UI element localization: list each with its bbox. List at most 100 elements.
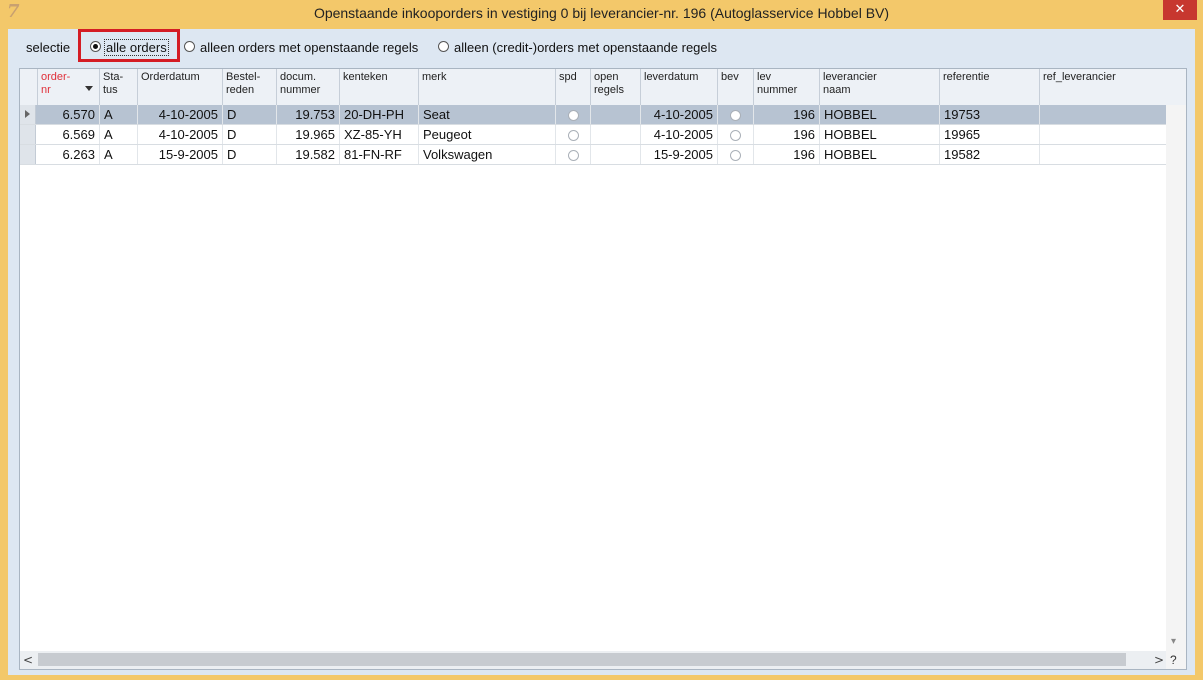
cell-spd[interactable]: [556, 105, 591, 124]
cell-order-nr: 6.263: [38, 145, 100, 164]
bev-radio-icon[interactable]: [730, 110, 741, 122]
cell-lev-nummer: 196: [754, 125, 820, 144]
spd-radio-icon[interactable]: [567, 110, 579, 122]
cell-bev[interactable]: [718, 105, 754, 124]
selection-bar: selectie alle orders alleen orders met o…: [8, 29, 1195, 63]
cell-ref-leverancier: [1040, 105, 1166, 124]
cell-merk: Peugeot: [419, 125, 556, 144]
cell-bestelreden: D: [223, 125, 277, 144]
col-docum-nummer[interactable]: docum. nummer: [277, 69, 340, 105]
col-orderdatum[interactable]: Orderdatum: [138, 69, 223, 105]
col-bestelreden[interactable]: Bestel-reden: [223, 69, 277, 105]
table-row[interactable]: 6.570 A 4-10-2005 D 19.753 20-DH-PH Seat…: [20, 105, 1166, 124]
cell-lev-nummer: 196: [754, 105, 820, 124]
radio-open-lines-label[interactable]: alleen orders met openstaande regels: [200, 40, 438, 55]
cell-open-regels: [591, 125, 641, 144]
cell-order-nr: 6.569: [38, 125, 100, 144]
cell-lev-naam: HOBBEL: [820, 125, 940, 144]
radio-credit-open-lines[interactable]: [438, 41, 449, 52]
col-order-nr[interactable]: order- nr: [38, 69, 100, 105]
scroll-right-icon[interactable]: >: [1154, 651, 1164, 669]
cell-docum: 19.965: [277, 125, 340, 144]
scroll-left-icon[interactable]: <: [23, 651, 33, 669]
col-referentie[interactable]: referentie: [940, 69, 1040, 105]
orders-grid[interactable]: order- nr Sta-tus Orderdatum Bestel-rede…: [19, 68, 1187, 670]
col-lev-nummer[interactable]: lev nummer: [754, 69, 820, 105]
table-row[interactable]: 6.569 A 4-10-2005 D 19.965 XZ-85-YH Peug…: [20, 125, 1166, 144]
bev-radio-icon[interactable]: [730, 150, 741, 162]
cell-spd[interactable]: [556, 125, 591, 144]
col-referentie-line1: referentie: [943, 71, 990, 83]
cell-kenteken: 20-DH-PH: [340, 105, 419, 124]
cell-leverdatum: 4-10-2005: [641, 105, 718, 124]
col-docum-line2: nummer: [280, 84, 321, 96]
col-leverdatum[interactable]: leverdatum: [641, 69, 718, 105]
grid-header: order- nr Sta-tus Orderdatum Bestel-rede…: [20, 69, 1186, 106]
col-kenteken-line1: kenteken: [343, 71, 388, 83]
cell-docum: 19.582: [277, 145, 340, 164]
col-bestelreden-line1: Bestel-: [226, 71, 261, 83]
radio-all-orders-text: alle orders: [104, 39, 169, 56]
bev-radio-icon[interactable]: [730, 130, 741, 142]
cell-lev-nummer: 196: [754, 145, 820, 164]
col-merk-line1: merk: [422, 71, 447, 83]
cell-bev[interactable]: [718, 125, 754, 144]
col-leverancier-naam[interactable]: leverancier naam: [820, 69, 940, 105]
vertical-scrollbar[interactable]: ▾: [1166, 105, 1186, 669]
radio-all-orders-label[interactable]: alle orders: [104, 39, 169, 56]
col-orderdatum-line1: Orderdatum: [141, 71, 200, 83]
cell-spd[interactable]: [556, 145, 591, 164]
col-kenteken[interactable]: kenteken: [340, 69, 419, 105]
cell-merk: Seat: [419, 105, 556, 124]
cell-leverdatum: 15-9-2005: [641, 145, 718, 164]
title-bar[interactable]: 7 Openstaande inkooporders in vestiging …: [0, 0, 1203, 26]
selection-label: selectie: [26, 40, 71, 55]
col-merk[interactable]: merk: [419, 69, 556, 105]
spd-radio-icon[interactable]: [567, 130, 579, 142]
cell-bev[interactable]: [718, 145, 754, 164]
col-status-line2: tus: [103, 84, 118, 96]
col-ref-leverancier[interactable]: ref_leverancier: [1040, 69, 1166, 105]
main-window: 7 Openstaande inkooporders in vestiging …: [0, 0, 1203, 680]
header-indicator: [20, 69, 38, 105]
row-indicator[interactable]: [20, 145, 36, 164]
col-bestelreden-line2: reden: [226, 84, 255, 96]
col-bev[interactable]: bev: [718, 69, 754, 105]
col-open-line1: open: [594, 71, 619, 83]
scroll-thumb[interactable]: [38, 653, 1126, 666]
col-spd-line1: spd: [559, 71, 577, 83]
col-open-regels[interactable]: open regels: [591, 69, 641, 105]
row-indicator[interactable]: [20, 125, 36, 144]
cell-lev-naam: HOBBEL: [820, 105, 940, 124]
cell-merk: Volkswagen: [419, 145, 556, 164]
col-status[interactable]: Sta-tus: [100, 69, 138, 105]
table-row[interactable]: 6.263 A 15-9-2005 D 19.582 81-FN-RF Volk…: [20, 145, 1166, 164]
col-spd[interactable]: spd: [556, 69, 591, 105]
col-open-line2: regels: [594, 84, 624, 96]
spd-radio-icon[interactable]: [567, 150, 579, 162]
row-indicator[interactable]: [20, 105, 36, 124]
radio-open-lines[interactable]: [184, 41, 195, 52]
help-icon[interactable]: ?: [1170, 651, 1177, 669]
cell-bestelreden: D: [223, 145, 277, 164]
scroll-down-icon[interactable]: ▾: [1171, 636, 1176, 647]
window-title: Openstaande inkooporders in vestiging 0 …: [313, 5, 890, 21]
col-lev-naam-line2: naam: [823, 84, 851, 96]
radio-credit-open-lines-label[interactable]: alleen (credit-)orders met openstaande r…: [454, 40, 717, 55]
close-button[interactable]: ✕: [1163, 0, 1197, 20]
cell-orderdatum: 4-10-2005: [138, 125, 223, 144]
col-docum-line1: docum.: [280, 71, 317, 83]
cell-kenteken: 81-FN-RF: [340, 145, 419, 164]
col-order-nr-line1: order-: [41, 71, 71, 83]
cell-bestelreden: D: [223, 105, 277, 124]
cell-orderdatum: 15-9-2005: [138, 145, 223, 164]
cell-status: A: [100, 125, 138, 144]
cell-status: A: [100, 145, 138, 164]
cell-open-regels: [591, 105, 641, 124]
horizontal-scrollbar[interactable]: < >: [20, 651, 1166, 669]
row-divider: [20, 164, 1166, 165]
cell-kenteken: XZ-85-YH: [340, 125, 419, 144]
cell-referentie: 19965: [940, 125, 1040, 144]
cell-order-nr: 6.570: [38, 105, 100, 124]
radio-all-orders[interactable]: [90, 41, 101, 52]
